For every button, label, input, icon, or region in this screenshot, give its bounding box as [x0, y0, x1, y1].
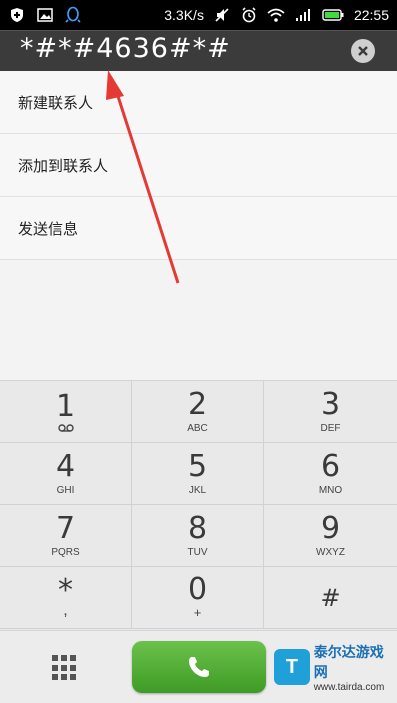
key-6[interactable]: 6 MNO — [264, 443, 397, 505]
key-digit: 0 — [187, 572, 208, 607]
key-0[interactable]: 0 + — [132, 567, 264, 629]
key-letters: DEF — [320, 422, 341, 434]
watermark-logo: T — [274, 649, 310, 685]
shield-icon — [8, 6, 26, 24]
menu-item-label: 发送信息 — [18, 219, 79, 238]
key-letters: , — [63, 601, 68, 619]
menu-item-label: 新建联系人 — [18, 93, 94, 112]
add-to-contact-item[interactable]: 添加到联系人 — [0, 134, 397, 197]
key-star[interactable]: * , — [0, 567, 132, 629]
key-digit: 6 — [320, 448, 341, 484]
key-3[interactable]: 3 DEF — [264, 381, 397, 443]
key-digit: 4 — [55, 448, 76, 484]
close-icon — [358, 46, 368, 56]
battery-icon — [321, 6, 345, 24]
key-letters: TUV — [187, 546, 208, 558]
key-hash[interactable]: # — [264, 567, 397, 629]
key-digit: 9 — [320, 510, 341, 546]
key-1[interactable]: 1 — [0, 381, 132, 443]
watermark-url: www.tairda.com — [313, 681, 385, 693]
dialer-action-menu: 新建联系人 添加到联系人 发送信息 — [0, 71, 397, 260]
call-button[interactable] — [132, 641, 266, 693]
key-digit: 8 — [187, 510, 208, 546]
clear-button[interactable] — [351, 39, 375, 63]
keypad-toggle-icon[interactable] — [52, 655, 78, 681]
key-letters: PQRS — [51, 546, 80, 558]
key-letters: JKL — [188, 484, 207, 496]
clock-time: 22:55 — [353, 7, 389, 23]
key-7[interactable]: 7 PQRS — [0, 505, 132, 567]
key-4[interactable]: 4 GHI — [0, 443, 132, 505]
menu-item-label: 添加到联系人 — [18, 156, 109, 175]
key-digit: 2 — [187, 386, 208, 422]
dial-keypad: 1 2 ABC 3 DEF 4 GHI 5 JKL 6 MNO 7 PQRS 8… — [0, 380, 397, 631]
key-letters: GHI — [56, 484, 75, 496]
key-2[interactable]: 2 ABC — [132, 381, 264, 443]
alarm-icon — [240, 6, 258, 24]
key-digit: 5 — [187, 448, 208, 484]
mute-icon — [213, 6, 231, 24]
key-digit: 3 — [320, 386, 341, 422]
key-letters: + — [193, 605, 202, 620]
watermark-title: 泰尔达游戏网 — [313, 644, 384, 681]
status-bar: 3.3K/s 22:55 — [0, 0, 397, 30]
new-contact-item[interactable]: 新建联系人 — [0, 71, 397, 134]
key-5[interactable]: 5 JKL — [132, 443, 264, 505]
voicemail-icon — [57, 423, 74, 432]
send-message-item[interactable]: 发送信息 — [0, 197, 397, 260]
key-9[interactable]: 9 WXYZ — [264, 505, 397, 567]
key-digit: 7 — [55, 510, 76, 546]
wifi-icon — [267, 6, 285, 24]
key-letters: ABC — [187, 422, 208, 434]
phone-icon — [189, 657, 209, 677]
key-digit: # — [320, 583, 341, 612]
site-watermark: T 泰尔达游戏网 www.tairda.com — [268, 632, 397, 702]
number-display[interactable]: *#*#4636#*# — [0, 30, 397, 71]
key-letters: MNO — [318, 484, 343, 496]
key-letters: WXYZ — [316, 546, 345, 558]
dialed-number: *#*#4636#*# — [20, 33, 231, 64]
network-speed: 3.3K/s — [164, 7, 204, 23]
key-8[interactable]: 8 TUV — [132, 505, 264, 567]
signal-icon — [294, 6, 312, 24]
key-digit: 1 — [55, 388, 76, 424]
qq-icon — [64, 6, 82, 24]
image-icon — [36, 6, 54, 24]
